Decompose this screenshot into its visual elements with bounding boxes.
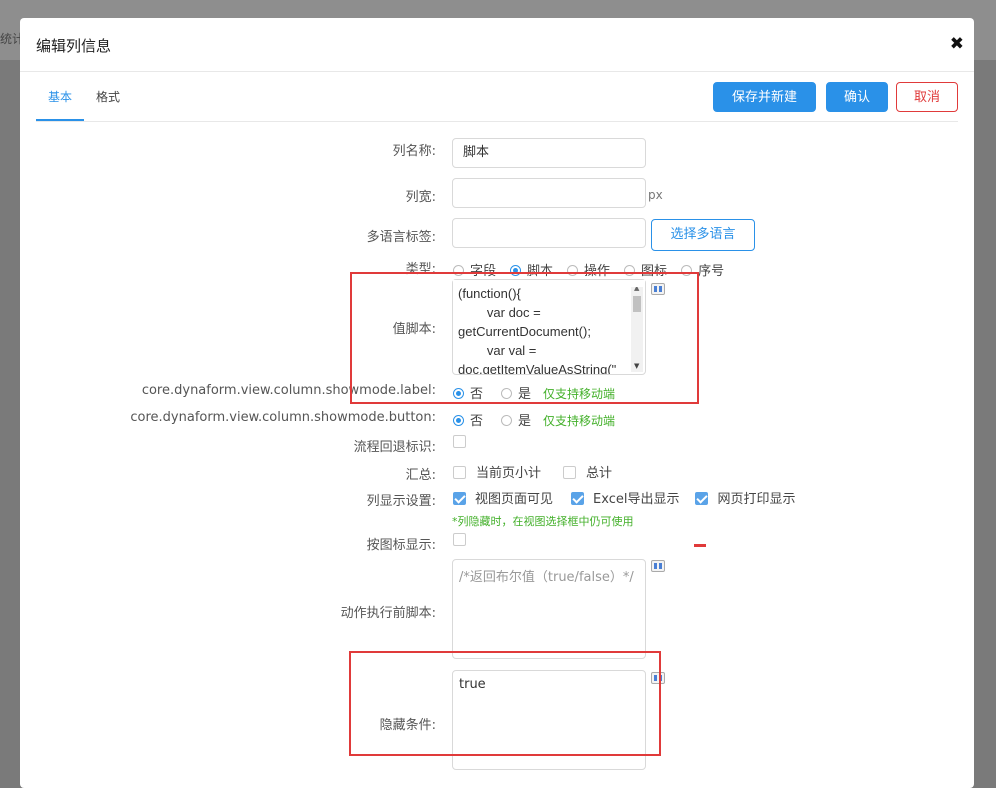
checkbox-icon (563, 466, 577, 479)
scroll-down-icon[interactable]: ▼ (634, 362, 639, 370)
showmode-button-yes[interactable]: 是 (501, 410, 531, 429)
icon-display-checkbox[interactable] (453, 533, 466, 546)
type-option-icon[interactable]: 图标 (624, 260, 667, 279)
script-editor-icon[interactable] (651, 283, 665, 295)
scroll-thumb[interactable] (633, 296, 641, 312)
display-options: 视图页面可见 Excel导出显示 网页打印显示 (453, 488, 809, 507)
showmode-button-label: core.dynaform.view.column.showmode.butto… (130, 410, 436, 425)
checkbox-checked-icon (453, 492, 466, 505)
width-unit: px (648, 188, 663, 202)
radio-selected-icon (453, 415, 464, 426)
radio-selected-icon (510, 265, 522, 276)
hidden-condition-label: 隐藏条件: (379, 718, 436, 733)
display-web-print[interactable]: 网页打印显示 (695, 488, 795, 507)
pre-action-script-label: 动作执行前脚本: (340, 606, 436, 621)
icon-display-label: 按图标显示: (366, 538, 436, 553)
showmode-button-no[interactable]: 否 (453, 410, 483, 429)
column-name-label: 列名称: (392, 144, 436, 159)
tab-basic[interactable]: 基本 (36, 90, 85, 121)
confirm-button[interactable]: 确认 (826, 82, 888, 112)
edit-column-dialog: 编辑列信息 ✖ 基本 格式 保存并新建 确认 取消 列名称: 脚本 列宽: px… (20, 18, 974, 788)
i18n-label-input[interactable] (452, 218, 646, 248)
column-width-input[interactable] (452, 178, 646, 208)
hidden-condition-editor-icon[interactable] (651, 672, 665, 684)
column-name-input[interactable]: 脚本 (452, 138, 646, 168)
radio-icon (453, 265, 464, 276)
checkbox-checked-icon (695, 492, 709, 505)
value-script-code: (function(){ var doc = getCurrentDocumen… (458, 286, 617, 375)
display-settings-label: 列显示设置: (366, 494, 436, 509)
value-script-label: 值脚本: (392, 322, 436, 337)
tab-format[interactable]: 格式 (84, 90, 132, 119)
close-icon[interactable]: ✖ (950, 34, 964, 54)
showmode-label-radios: 否是仅支持移动端 (453, 383, 615, 402)
showmode-button-radios: 否是仅支持移动端 (453, 410, 615, 429)
type-option-script[interactable]: 脚本 (510, 260, 553, 279)
cancel-button[interactable]: 取消 (896, 82, 958, 112)
hidden-condition-editor[interactable]: true (452, 670, 646, 770)
showmode-label-no[interactable]: 否 (453, 383, 483, 402)
pre-action-script-editor[interactable]: /*返回布尔值（true/false）*/ (452, 559, 646, 659)
summary-options: 当前页小计 总计 (453, 462, 626, 481)
flow-back-checkbox[interactable] (453, 435, 466, 448)
type-option-field[interactable]: 字段 (453, 260, 496, 279)
radio-icon (681, 265, 693, 276)
showmode-label-yes[interactable]: 是 (501, 383, 531, 402)
dialog-header: 编辑列信息 ✖ (20, 18, 974, 72)
type-radio-group: 字段 脚本 操作 图标 序号 (453, 260, 738, 279)
flow-back-label: 流程回退标识: (353, 440, 436, 455)
i18n-label: 多语言标签: (366, 230, 436, 245)
mobile-only-hint: 仅支持移动端 (543, 414, 616, 428)
pre-action-editor-icon[interactable] (651, 560, 665, 572)
type-label: 类型: (405, 262, 436, 277)
checkbox-checked-icon (571, 492, 585, 505)
type-option-serial[interactable]: 序号 (681, 260, 724, 279)
radio-icon (624, 265, 636, 276)
checkbox-icon (453, 466, 466, 479)
value-script-editor[interactable]: (function(){ var doc = getCurrentDocumen… (452, 279, 646, 375)
radio-icon (501, 388, 513, 399)
column-width-label: 列宽: (405, 190, 436, 205)
summary-total[interactable]: 总计 (563, 462, 612, 481)
display-view-visible[interactable]: 视图页面可见 (453, 488, 553, 507)
mobile-only-hint: 仅支持移动端 (543, 387, 616, 401)
radio-icon (501, 415, 513, 426)
dialog-title: 编辑列信息 (36, 37, 112, 55)
annotation-mark (694, 544, 706, 547)
editor-top-edge (453, 280, 645, 287)
radio-icon (567, 265, 579, 276)
scrollbar[interactable]: ▲ ▼ (631, 282, 643, 372)
showmode-label-label: core.dynaform.view.column.showmode.label… (141, 383, 436, 398)
summary-label: 汇总: (405, 468, 436, 483)
radio-selected-icon (453, 388, 464, 399)
type-option-operation[interactable]: 操作 (567, 260, 610, 279)
summary-page-subtotal[interactable]: 当前页小计 (453, 462, 541, 481)
save-and-new-button[interactable]: 保存并新建 (713, 82, 816, 112)
select-language-button[interactable]: 选择多语言 (651, 219, 755, 251)
display-excel-export[interactable]: Excel导出显示 (571, 488, 679, 507)
display-settings-note: *列隐藏时，在视图选择框中仍可使用 (452, 515, 634, 528)
tab-bar: 基本 格式 (36, 90, 958, 122)
